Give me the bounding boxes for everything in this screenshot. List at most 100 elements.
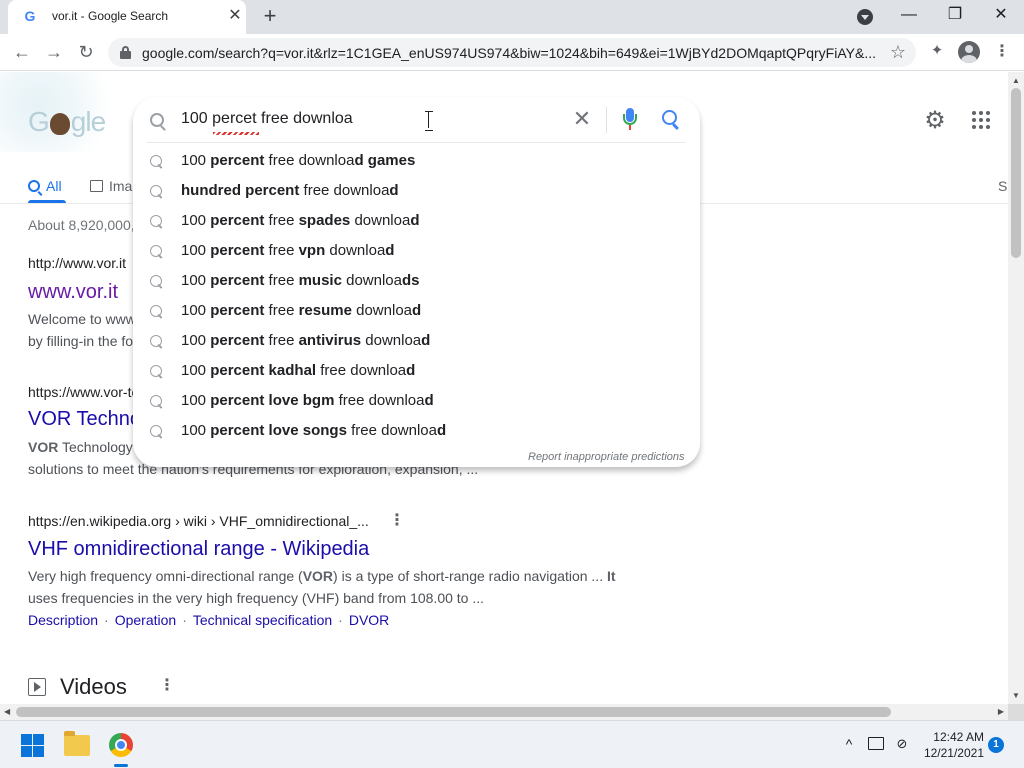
suggestion-part: downloa	[351, 302, 412, 319]
suggestion-bold-part: percent	[210, 332, 265, 349]
suggestion-item[interactable]: 100 percent free resume download	[133, 296, 700, 326]
suggestion-bold-part: d	[410, 212, 420, 229]
search-icon	[150, 155, 162, 167]
settings-gear-icon[interactable]: ⚙	[923, 109, 947, 133]
divider	[606, 107, 607, 133]
sitelink-description[interactable]: Description	[28, 612, 98, 628]
forward-button[interactable]: →	[42, 40, 66, 64]
tab-close-icon[interactable]: ✕	[226, 7, 244, 25]
tab-search-icon[interactable]	[857, 9, 873, 25]
scroll-right-icon[interactable]: ▶	[998, 707, 1004, 716]
search-submit-icon[interactable]	[662, 110, 677, 125]
maximize-button[interactable]: ❐	[943, 4, 967, 26]
address-bar-url[interactable]: google.com/search?q=vor.it&rlz=1C1GEA_en…	[142, 45, 882, 61]
clear-search-icon[interactable]: ✕	[571, 108, 593, 130]
google-doodle-logo[interactable]: Ggle	[28, 106, 106, 138]
file-explorer-icon[interactable]	[64, 731, 90, 756]
suggestion-item[interactable]: hundred percent free download	[133, 176, 700, 206]
vertical-scroll-thumb[interactable]	[1011, 88, 1021, 258]
sitelink-dvor[interactable]: DVOR	[349, 612, 389, 628]
suggestion-item[interactable]: 100 percent free download games	[133, 146, 700, 176]
suggestion-bold-part: percent love songs	[210, 422, 347, 439]
bookmark-star-icon[interactable]: ☆	[888, 42, 908, 62]
windows-start-icon[interactable]	[21, 734, 44, 757]
chrome-icon[interactable]	[109, 733, 133, 757]
suggestion-item[interactable]: 100 percent free antivirus download	[133, 326, 700, 356]
reload-button[interactable]: ↻	[74, 40, 98, 64]
browser-tab[interactable]: G vor.it - Google Search ✕	[8, 0, 246, 34]
address-bar[interactable]: google.com/search?q=vor.it&rlz=1C1GEA_en…	[108, 38, 916, 67]
scroll-up-icon[interactable]: ▲	[1012, 76, 1020, 85]
logo-left-text: G	[28, 106, 50, 137]
vertical-scrollbar[interactable]: ▲ ▼	[1008, 72, 1024, 704]
display-icon[interactable]	[868, 737, 884, 750]
suggestion-item[interactable]: 100 percent love songs free download	[133, 416, 700, 446]
search-icon	[150, 185, 162, 197]
result-url[interactable]: https://en.wikipedia.org › wiki › VHF_om…	[28, 513, 369, 529]
back-button[interactable]: ←	[10, 40, 34, 64]
suggestion-item[interactable]: 100 percent free spades download	[133, 206, 700, 236]
result-title[interactable]: www.vor.it	[28, 281, 118, 304]
report-predictions-link[interactable]: Report inappropriate predictions	[528, 451, 685, 463]
tab-tools-partial[interactable]: S	[998, 174, 1007, 198]
snippet-line: by filling-in the fo	[28, 333, 134, 349]
suggestion-item[interactable]: 100 percent kadhal free download	[133, 356, 700, 386]
suggestion-item[interactable]: 100 percent free music downloads	[133, 266, 700, 296]
tab-images[interactable]: Ima	[90, 174, 132, 198]
suggestion-item[interactable]: 100 percent free vpn download	[133, 236, 700, 266]
google-apps-grid-icon[interactable]	[971, 110, 991, 130]
tray-chevron-up-icon[interactable]: ^	[842, 737, 856, 751]
scroll-down-icon[interactable]: ▼	[1012, 691, 1020, 700]
extensions-puzzle-icon[interactable]: ✦	[928, 42, 946, 60]
suggestion-text: hundred percent free download	[181, 182, 399, 199]
result-url[interactable]: https://www.vor-te	[28, 384, 139, 400]
network-icon[interactable]: ⊘	[894, 736, 910, 752]
result-title[interactable]: VHF omnidirectional range - Wikipedia	[28, 538, 369, 561]
tab-right-label: S	[998, 178, 1008, 194]
suggestion-bold-part: d	[389, 182, 399, 199]
new-tab-button[interactable]: +	[259, 5, 281, 27]
search-icon	[150, 113, 164, 127]
close-window-button[interactable]: ✕	[989, 4, 1013, 26]
suggestion-part: downloa	[350, 212, 411, 229]
suggestion-part: 100	[181, 302, 211, 319]
suggestion-bold-part: music	[298, 272, 342, 289]
result-title[interactable]: VOR Techno	[28, 408, 141, 431]
horizontal-scrollbar[interactable]: ◀ ▶	[0, 704, 1008, 720]
browser-tab-bar: G vor.it - Google Search ✕ + — ❐ ✕	[0, 0, 1024, 34]
sitelink-operation[interactable]: Operation	[115, 612, 176, 628]
sitelink-technical-specification[interactable]: Technical specification	[193, 612, 332, 628]
taskbar-clock[interactable]: 12:42 AM 12/21/2021	[918, 729, 984, 761]
result-url[interactable]: http://www.vor.it	[28, 255, 126, 271]
suggestion-part: 100	[181, 332, 211, 349]
horizontal-scroll-thumb[interactable]	[16, 707, 891, 717]
voice-search-mic-icon[interactable]	[623, 108, 637, 132]
suggestion-bold-part: percent	[210, 152, 265, 169]
minimize-button[interactable]: —	[897, 4, 921, 26]
clock-date: 12/21/2021	[923, 746, 984, 760]
browser-menu-icon[interactable]: ⋮	[994, 41, 1010, 63]
text-cursor-icon	[425, 111, 433, 131]
clock-time: 12:42 AM	[933, 730, 984, 744]
profile-avatar-icon[interactable]	[958, 41, 980, 63]
suggestion-part: free downloa	[299, 182, 390, 199]
result-options-icon[interactable]: ⋮	[389, 512, 405, 530]
suggestion-bold-part: percent	[210, 302, 265, 319]
notification-badge[interactable]: 1	[988, 737, 1004, 753]
videos-options-icon[interactable]: ⋮	[159, 677, 175, 695]
search-input[interactable]	[181, 108, 561, 130]
search-icon	[150, 395, 162, 407]
lock-icon[interactable]	[120, 46, 131, 59]
result-snippet: Welcome to www by filling-in the fo	[28, 308, 136, 352]
suggestion-item[interactable]: 100 percent love bgm free download	[133, 386, 700, 416]
suggestion-part: 100	[181, 242, 211, 259]
suggestion-part: 100	[181, 272, 211, 289]
tab-all[interactable]: All	[28, 174, 62, 198]
snippet-text: Very high frequency omni-directional ran…	[28, 568, 303, 584]
suggestion-text: 100 percent love songs free download	[181, 422, 446, 439]
suggestion-part: 100	[181, 212, 211, 229]
suggestion-text: 100 percent free spades download	[181, 212, 420, 229]
suggestion-bold-part: percent	[210, 272, 265, 289]
scroll-left-icon[interactable]: ◀	[4, 707, 10, 716]
suggestion-part: free	[264, 212, 299, 229]
